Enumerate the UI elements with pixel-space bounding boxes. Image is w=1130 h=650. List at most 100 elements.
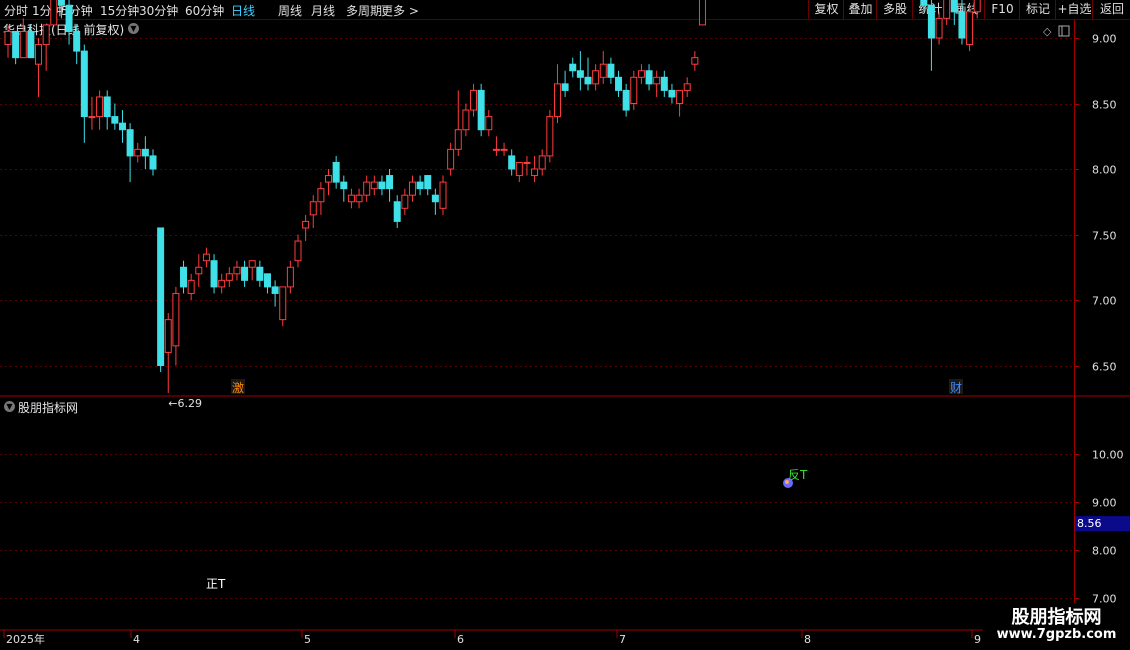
candle-body bbox=[225, 273, 233, 281]
candle-body bbox=[439, 181, 447, 209]
toolbar-button[interactable]: 画线 bbox=[947, 0, 985, 19]
candle-body bbox=[302, 220, 310, 229]
candle-body bbox=[187, 279, 195, 294]
toolbar-button[interactable]: F10 bbox=[984, 0, 1020, 19]
candle-body bbox=[500, 148, 508, 151]
period-tab[interactable]: 周线 bbox=[278, 2, 302, 19]
chart-title[interactable]: 华自科技(日线 前复权) bbox=[3, 21, 124, 38]
candle-body bbox=[149, 155, 157, 170]
candle-body bbox=[660, 76, 668, 91]
toolbar-button[interactable]: 返回 bbox=[1092, 0, 1130, 19]
y-tick-label: 7.50 bbox=[1092, 230, 1117, 243]
candle-body bbox=[172, 292, 180, 347]
candle-body bbox=[668, 89, 676, 98]
x-axis-label: 8 bbox=[804, 633, 811, 646]
x-axis-label: 9 bbox=[974, 633, 981, 646]
candle-body bbox=[538, 155, 546, 170]
candle-body bbox=[416, 181, 424, 190]
watermark-line1: 股朋指标网 bbox=[1011, 607, 1102, 628]
toolbar-button[interactable]: 统计 bbox=[912, 0, 948, 19]
candle-body bbox=[248, 260, 256, 268]
toolbar-button[interactable]: +自选 bbox=[1055, 0, 1093, 19]
candle-body bbox=[347, 194, 355, 203]
chevron-down-icon[interactable]: ▼ bbox=[4, 401, 15, 412]
y-tick-label: 7.00 bbox=[1092, 295, 1117, 308]
candle-body bbox=[477, 89, 485, 131]
watermark-line2: www.7gpzb.com bbox=[996, 627, 1117, 642]
candle-body bbox=[340, 181, 348, 190]
toolbar-button[interactable]: 复权 bbox=[808, 0, 844, 19]
period-tab[interactable]: 1分钟 bbox=[32, 2, 64, 19]
x-axis-label: 5 bbox=[304, 633, 311, 646]
candle-body bbox=[515, 161, 523, 177]
candle-body bbox=[683, 83, 691, 91]
candle-body bbox=[401, 194, 409, 209]
period-tab[interactable]: 15分钟 bbox=[100, 2, 139, 19]
candle-body bbox=[202, 253, 210, 262]
candle-body bbox=[431, 194, 439, 203]
candle-body bbox=[96, 96, 104, 118]
candle-body bbox=[599, 63, 607, 78]
period-tab[interactable]: 30分钟 bbox=[139, 2, 178, 19]
chevron-down-icon[interactable]: ▼ bbox=[128, 23, 139, 34]
candle-body bbox=[141, 148, 149, 157]
candle-body bbox=[180, 266, 188, 288]
candle-body bbox=[408, 181, 416, 196]
toolbar-button[interactable]: 多股 bbox=[876, 0, 913, 19]
candle-body bbox=[645, 70, 653, 85]
diamond-icon: ◇ bbox=[1043, 25, 1052, 38]
indicator-signal-fan-t: 反T bbox=[788, 468, 808, 482]
candle-body bbox=[241, 266, 249, 281]
kline-chart[interactable]: 6.507.007.508.008.509.009.5010.0010.5011… bbox=[0, 0, 1130, 650]
candle-body bbox=[637, 70, 645, 78]
candle-body bbox=[470, 89, 478, 111]
candle-body bbox=[454, 129, 462, 150]
candle-body bbox=[279, 286, 287, 321]
candle-body bbox=[492, 148, 500, 151]
candle-body bbox=[592, 70, 600, 85]
candle-body bbox=[531, 168, 539, 177]
candle-body bbox=[576, 70, 584, 78]
candle-body bbox=[691, 57, 699, 65]
x-axis-label: 7 bbox=[619, 633, 626, 646]
period-tab[interactable]: 月线 bbox=[311, 2, 335, 19]
candle-body bbox=[126, 129, 134, 157]
candle-body bbox=[294, 240, 302, 262]
toolbar-button[interactable]: 叠加 bbox=[843, 0, 877, 19]
candle-body bbox=[546, 116, 554, 157]
candle-body bbox=[134, 148, 142, 157]
candle-body bbox=[355, 194, 363, 203]
candle-body bbox=[462, 109, 470, 131]
signal-dot bbox=[783, 478, 793, 488]
period-tab[interactable]: 分时 bbox=[4, 2, 28, 19]
candle-body bbox=[370, 181, 378, 190]
period-tab[interactable]: 日线 bbox=[231, 2, 255, 19]
candle-body bbox=[118, 122, 126, 131]
candle-body bbox=[317, 188, 325, 203]
candle-body bbox=[332, 161, 340, 183]
candle-body bbox=[615, 76, 623, 91]
candle-body bbox=[218, 279, 226, 288]
period-tab[interactable]: 5分钟 bbox=[61, 2, 93, 19]
x-axis-label: 4 bbox=[133, 633, 140, 646]
y-tick-label: 6.50 bbox=[1092, 361, 1117, 374]
candle-body bbox=[386, 175, 394, 190]
candle-body bbox=[561, 83, 569, 91]
candle-body bbox=[607, 63, 615, 78]
toolbar-button[interactable]: 标记 bbox=[1019, 0, 1056, 19]
current-value-tag bbox=[1075, 516, 1130, 532]
candle-body bbox=[553, 83, 561, 118]
current-value-text: 8.56 bbox=[1077, 517, 1102, 530]
indicator-title[interactable]: 股朋指标网 bbox=[18, 399, 78, 416]
period-tab[interactable]: 多周期 bbox=[346, 2, 382, 19]
candle-body bbox=[233, 266, 241, 275]
candle-body bbox=[378, 181, 386, 190]
event-marker: 财 bbox=[950, 381, 962, 395]
candle-body bbox=[210, 260, 218, 288]
period-tab[interactable]: 60分钟 bbox=[185, 2, 224, 19]
period-tab[interactable]: 更多 > bbox=[381, 2, 419, 19]
candle-body bbox=[523, 161, 531, 164]
indicator-tick-label: 8.00 bbox=[1092, 545, 1117, 558]
candle-body bbox=[393, 201, 401, 222]
indicator-tick-label: 10.00 bbox=[1092, 449, 1124, 462]
